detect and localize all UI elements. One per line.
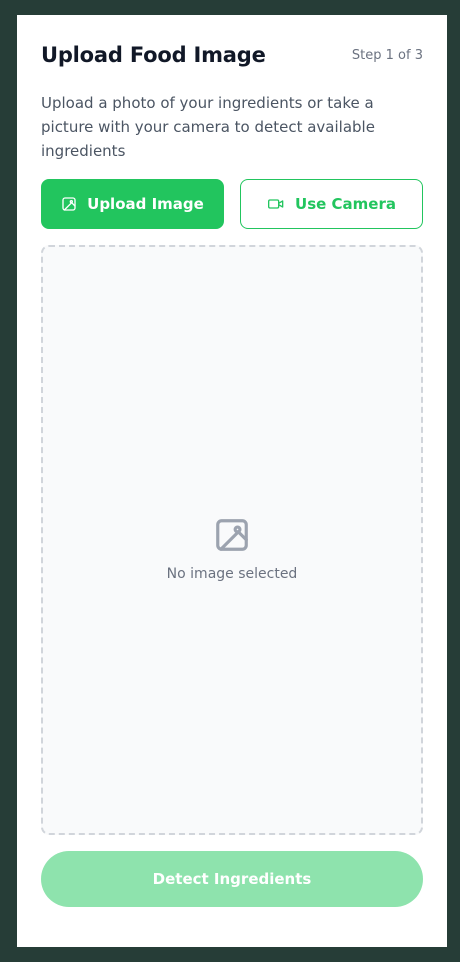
card-header: Upload Food Image Step 1 of 3: [41, 39, 423, 71]
upload-actions: Upload Image Use Camera: [41, 179, 423, 229]
use-camera-button[interactable]: Use Camera: [240, 179, 423, 229]
upload-image-label: Upload Image: [87, 195, 204, 213]
instructions-text: Upload a photo of your ingredients or ta…: [41, 94, 375, 160]
empty-state-text: No image selected: [166, 566, 298, 582]
upload-image-button[interactable]: Upload Image: [41, 179, 224, 229]
image-placeholder-icon: [213, 516, 251, 558]
image-icon: [61, 196, 77, 212]
image-dropzone[interactable]: No image selected: [41, 245, 423, 835]
use-camera-label: Use Camera: [295, 195, 396, 213]
page-title: Upload Food Image: [41, 43, 266, 67]
video-camera-icon: [267, 196, 285, 212]
detect-ingredients-button[interactable]: Detect Ingredients: [41, 851, 423, 907]
upload-card: Upload Food Image Step 1 of 3 Upload a p…: [17, 15, 447, 947]
step-indicator: Step 1 of 3: [351, 47, 423, 63]
